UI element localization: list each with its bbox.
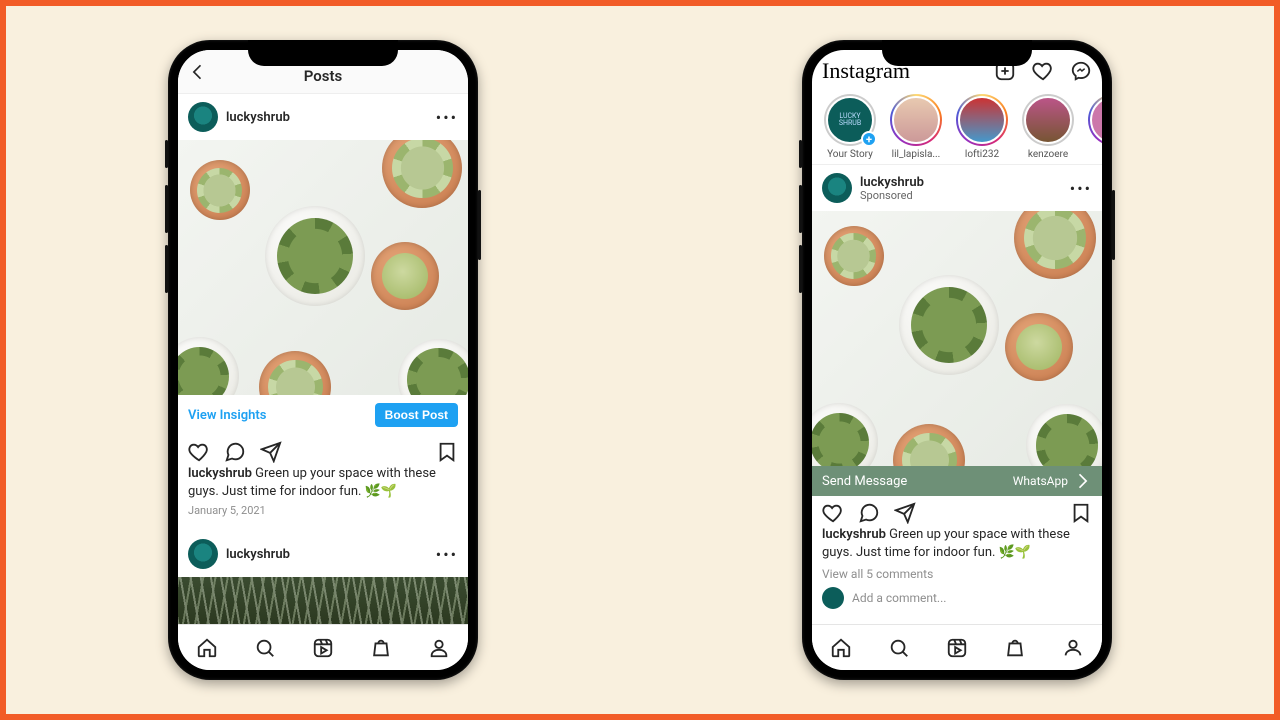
screen-left: LUCKYSHRUB Posts luckyshrub ••• bbox=[178, 50, 468, 670]
story-your-story[interactable]: LUCKYSHRUB+ Your Story bbox=[822, 94, 878, 160]
view-comments-link[interactable]: View all 5 comments bbox=[812, 565, 1102, 585]
search-icon[interactable] bbox=[888, 637, 910, 659]
activity-icon[interactable] bbox=[1032, 60, 1054, 82]
phone-right: Instagram LUCKYSHRUB+ Your Story lil_lap… bbox=[802, 40, 1112, 680]
screen-right: Instagram LUCKYSHRUB+ Your Story lil_lap… bbox=[812, 50, 1102, 670]
caption-username[interactable]: luckyshrub bbox=[188, 466, 252, 481]
post-header: luckyshrub ••• bbox=[178, 531, 468, 577]
posts-header: LUCKYSHRUB Posts bbox=[178, 50, 468, 94]
username[interactable]: luckyshrub bbox=[226, 110, 290, 125]
like-icon[interactable] bbox=[188, 441, 210, 463]
avatar[interactable] bbox=[188, 539, 218, 569]
profile-icon[interactable] bbox=[428, 637, 450, 659]
username[interactable]: luckyshrub bbox=[226, 547, 290, 562]
sponsored-label: Sponsored bbox=[860, 190, 924, 201]
like-icon[interactable] bbox=[822, 502, 844, 524]
instagram-logo[interactable]: Instagram bbox=[822, 58, 910, 84]
avatar bbox=[822, 587, 844, 609]
story-item[interactable]: sa bbox=[1086, 94, 1102, 160]
phone-left: LUCKYSHRUB Posts luckyshrub ••• bbox=[168, 40, 478, 680]
boost-post-button[interactable]: Boost Post bbox=[375, 403, 458, 427]
caption: luckyshrub Green up your space with thes… bbox=[812, 526, 1102, 565]
tab-bar bbox=[812, 624, 1102, 670]
reels-icon[interactable] bbox=[946, 637, 968, 659]
insights-row: View Insights Boost Post bbox=[178, 395, 468, 435]
caption: luckyshrub Green up your space with thes… bbox=[178, 465, 468, 504]
more-icon[interactable]: ••• bbox=[436, 545, 458, 564]
shop-icon[interactable] bbox=[1004, 637, 1026, 659]
view-insights-link[interactable]: View Insights bbox=[188, 408, 266, 423]
stories-tray[interactable]: LUCKYSHRUB+ Your Story lil_lapisla... lo… bbox=[812, 90, 1102, 165]
avatar[interactable] bbox=[822, 173, 852, 203]
shop-icon[interactable] bbox=[370, 637, 392, 659]
post-date: January 5, 2021 bbox=[178, 504, 468, 525]
post-image[interactable] bbox=[812, 211, 1102, 466]
header-title: Posts bbox=[304, 68, 342, 85]
cta-label: Send Message bbox=[822, 474, 907, 489]
save-icon[interactable] bbox=[1070, 502, 1092, 524]
comment-icon[interactable] bbox=[858, 502, 880, 524]
post-image[interactable] bbox=[178, 577, 468, 624]
add-story-icon[interactable]: + bbox=[861, 131, 877, 147]
username[interactable]: luckyshrub bbox=[860, 175, 924, 190]
add-comment-placeholder: Add a comment... bbox=[852, 591, 946, 605]
post-header: luckyshrub ••• bbox=[178, 94, 468, 140]
tab-bar bbox=[178, 624, 468, 670]
avatar[interactable] bbox=[188, 102, 218, 132]
more-icon[interactable]: ••• bbox=[436, 108, 458, 127]
profile-icon[interactable] bbox=[1062, 637, 1084, 659]
story-item[interactable]: lil_lapisla... bbox=[888, 94, 944, 160]
cta-channel: WhatsApp bbox=[1013, 474, 1068, 488]
messenger-icon[interactable] bbox=[1070, 60, 1092, 82]
reels-icon[interactable] bbox=[312, 637, 334, 659]
home-icon[interactable] bbox=[830, 637, 852, 659]
add-comment-row[interactable]: Add a comment... bbox=[812, 585, 1102, 617]
story-item[interactable]: lofti232 bbox=[954, 94, 1010, 160]
caption-username[interactable]: luckyshrub bbox=[822, 527, 886, 542]
comment-icon[interactable] bbox=[224, 441, 246, 463]
share-icon[interactable] bbox=[894, 502, 916, 524]
home-icon[interactable] bbox=[196, 637, 218, 659]
post-header: luckyshrub Sponsored ••• bbox=[812, 165, 1102, 211]
more-icon[interactable]: ••• bbox=[1070, 179, 1092, 198]
back-icon[interactable] bbox=[188, 62, 208, 82]
cta-bar[interactable]: Send Message WhatsApp bbox=[812, 466, 1102, 496]
post-actions bbox=[812, 496, 1102, 526]
post-image[interactable] bbox=[178, 140, 468, 395]
story-item[interactable]: kenzoere bbox=[1020, 94, 1076, 160]
feed-header: Instagram bbox=[812, 50, 1102, 90]
post-actions bbox=[178, 435, 468, 465]
new-post-icon[interactable] bbox=[994, 60, 1016, 82]
save-icon[interactable] bbox=[436, 441, 458, 463]
share-icon[interactable] bbox=[260, 441, 282, 463]
search-icon[interactable] bbox=[254, 637, 276, 659]
